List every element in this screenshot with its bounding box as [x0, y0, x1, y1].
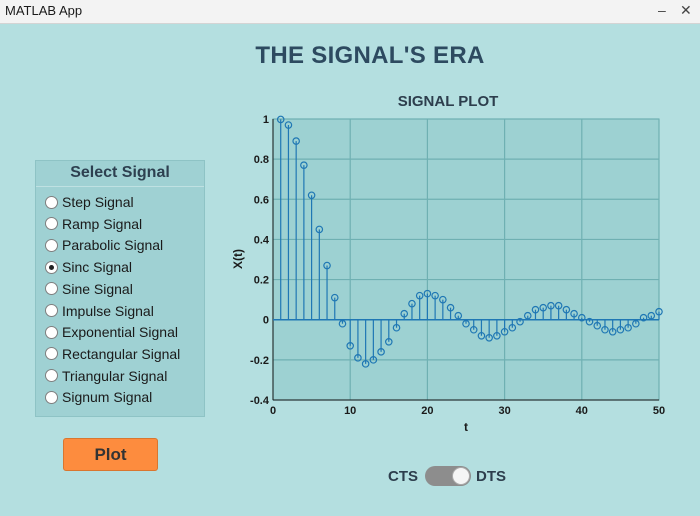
cts-label: CTS	[388, 467, 418, 485]
y-tick-label: 0.2	[254, 275, 269, 287]
y-tick-label: 0.6	[254, 194, 269, 206]
close-icon[interactable]: ✕	[680, 2, 692, 19]
x-tick-label: 30	[498, 405, 510, 417]
title-bar: MATLAB App – ✕	[0, 0, 700, 24]
radio-button[interactable]	[45, 238, 58, 252]
signal-option[interactable]: Exponential Signal	[45, 322, 178, 342]
plot-area	[272, 118, 660, 401]
y-tick-label: -0.4	[250, 395, 270, 407]
signal-option-label: Parabolic Signal	[62, 237, 164, 254]
signal-option[interactable]: Ramp Signal	[45, 214, 142, 234]
dts-label: DTS	[476, 467, 506, 485]
x-tick-label: 0	[270, 405, 276, 417]
minimize-icon[interactable]: –	[658, 2, 666, 18]
radio-button[interactable]	[45, 347, 58, 361]
radio-button[interactable]	[45, 260, 58, 274]
signal-option[interactable]: Parabolic Signal	[45, 235, 163, 255]
plot-button[interactable]: Plot	[63, 438, 158, 471]
radio-button[interactable]	[45, 282, 58, 296]
radio-button[interactable]	[45, 304, 58, 317]
y-tick-label: 0.4	[254, 234, 270, 246]
signal-option[interactable]: Triangular Signal	[45, 366, 167, 386]
y-tick-label: 0	[263, 315, 269, 327]
signal-option[interactable]: Impulse Signal	[45, 301, 154, 321]
x-axis-label: t	[464, 420, 468, 434]
signal-option-label: Sinc Signal	[62, 259, 133, 276]
signal-option[interactable]: Sine Signal	[45, 279, 133, 299]
app-heading: THE SIGNAL'S ERA	[255, 42, 485, 69]
signal-option[interactable]: Rectangular Signal	[45, 344, 180, 364]
x-tick-label: 10	[344, 405, 356, 417]
signal-option[interactable]: Signum Signal	[45, 387, 152, 407]
chart-title: SIGNAL PLOT	[398, 93, 499, 110]
signal-option-label: Triangular Signal	[62, 367, 168, 384]
signal-option-label: Signum Signal	[62, 389, 153, 406]
signal-plot-chart: SIGNAL PLOT 0 10 20 30 40 50 -0.4 -0.2 0 0.2 0.4 0.…	[231, 93, 665, 434]
signal-option-label: Sine Signal	[62, 280, 133, 297]
x-tick-label: 20	[421, 405, 433, 417]
radio-button[interactable]	[45, 369, 58, 383]
signal-option-label: Ramp Signal	[62, 215, 143, 232]
signal-option-label: Step Signal	[62, 194, 134, 210]
mode-switch[interactable]	[425, 466, 471, 486]
panel-title: Select Signal	[36, 161, 204, 187]
radio-button[interactable]	[45, 390, 58, 404]
signal-option-label: Rectangular Signal	[62, 345, 181, 362]
switch-knob[interactable]	[452, 467, 470, 485]
radio-button[interactable]	[45, 217, 58, 231]
y-tick-label: 0.8	[254, 154, 269, 166]
x-tick-label: 50	[653, 405, 665, 417]
radio-button[interactable]	[45, 195, 58, 209]
signal-option-label: Impulse Signal	[62, 302, 154, 319]
signal-option[interactable]: Step Signal	[45, 192, 134, 212]
y-axis-label: X(t)	[231, 249, 245, 269]
x-tick-label: 40	[576, 405, 588, 417]
signal-option[interactable]: Sinc Signal	[45, 257, 132, 277]
signal-option-label: Exponential Signal	[62, 324, 178, 341]
radio-button[interactable]	[45, 325, 58, 339]
y-tick-label: -0.2	[250, 355, 269, 367]
y-tick-label: 1	[263, 114, 269, 126]
cts-dts-toggle: CTS DTS	[388, 466, 506, 486]
window-title: MATLAB App	[5, 3, 83, 18]
signal-selection-panel: Select Signal Step Signal Ramp Signal Para…	[35, 160, 205, 417]
